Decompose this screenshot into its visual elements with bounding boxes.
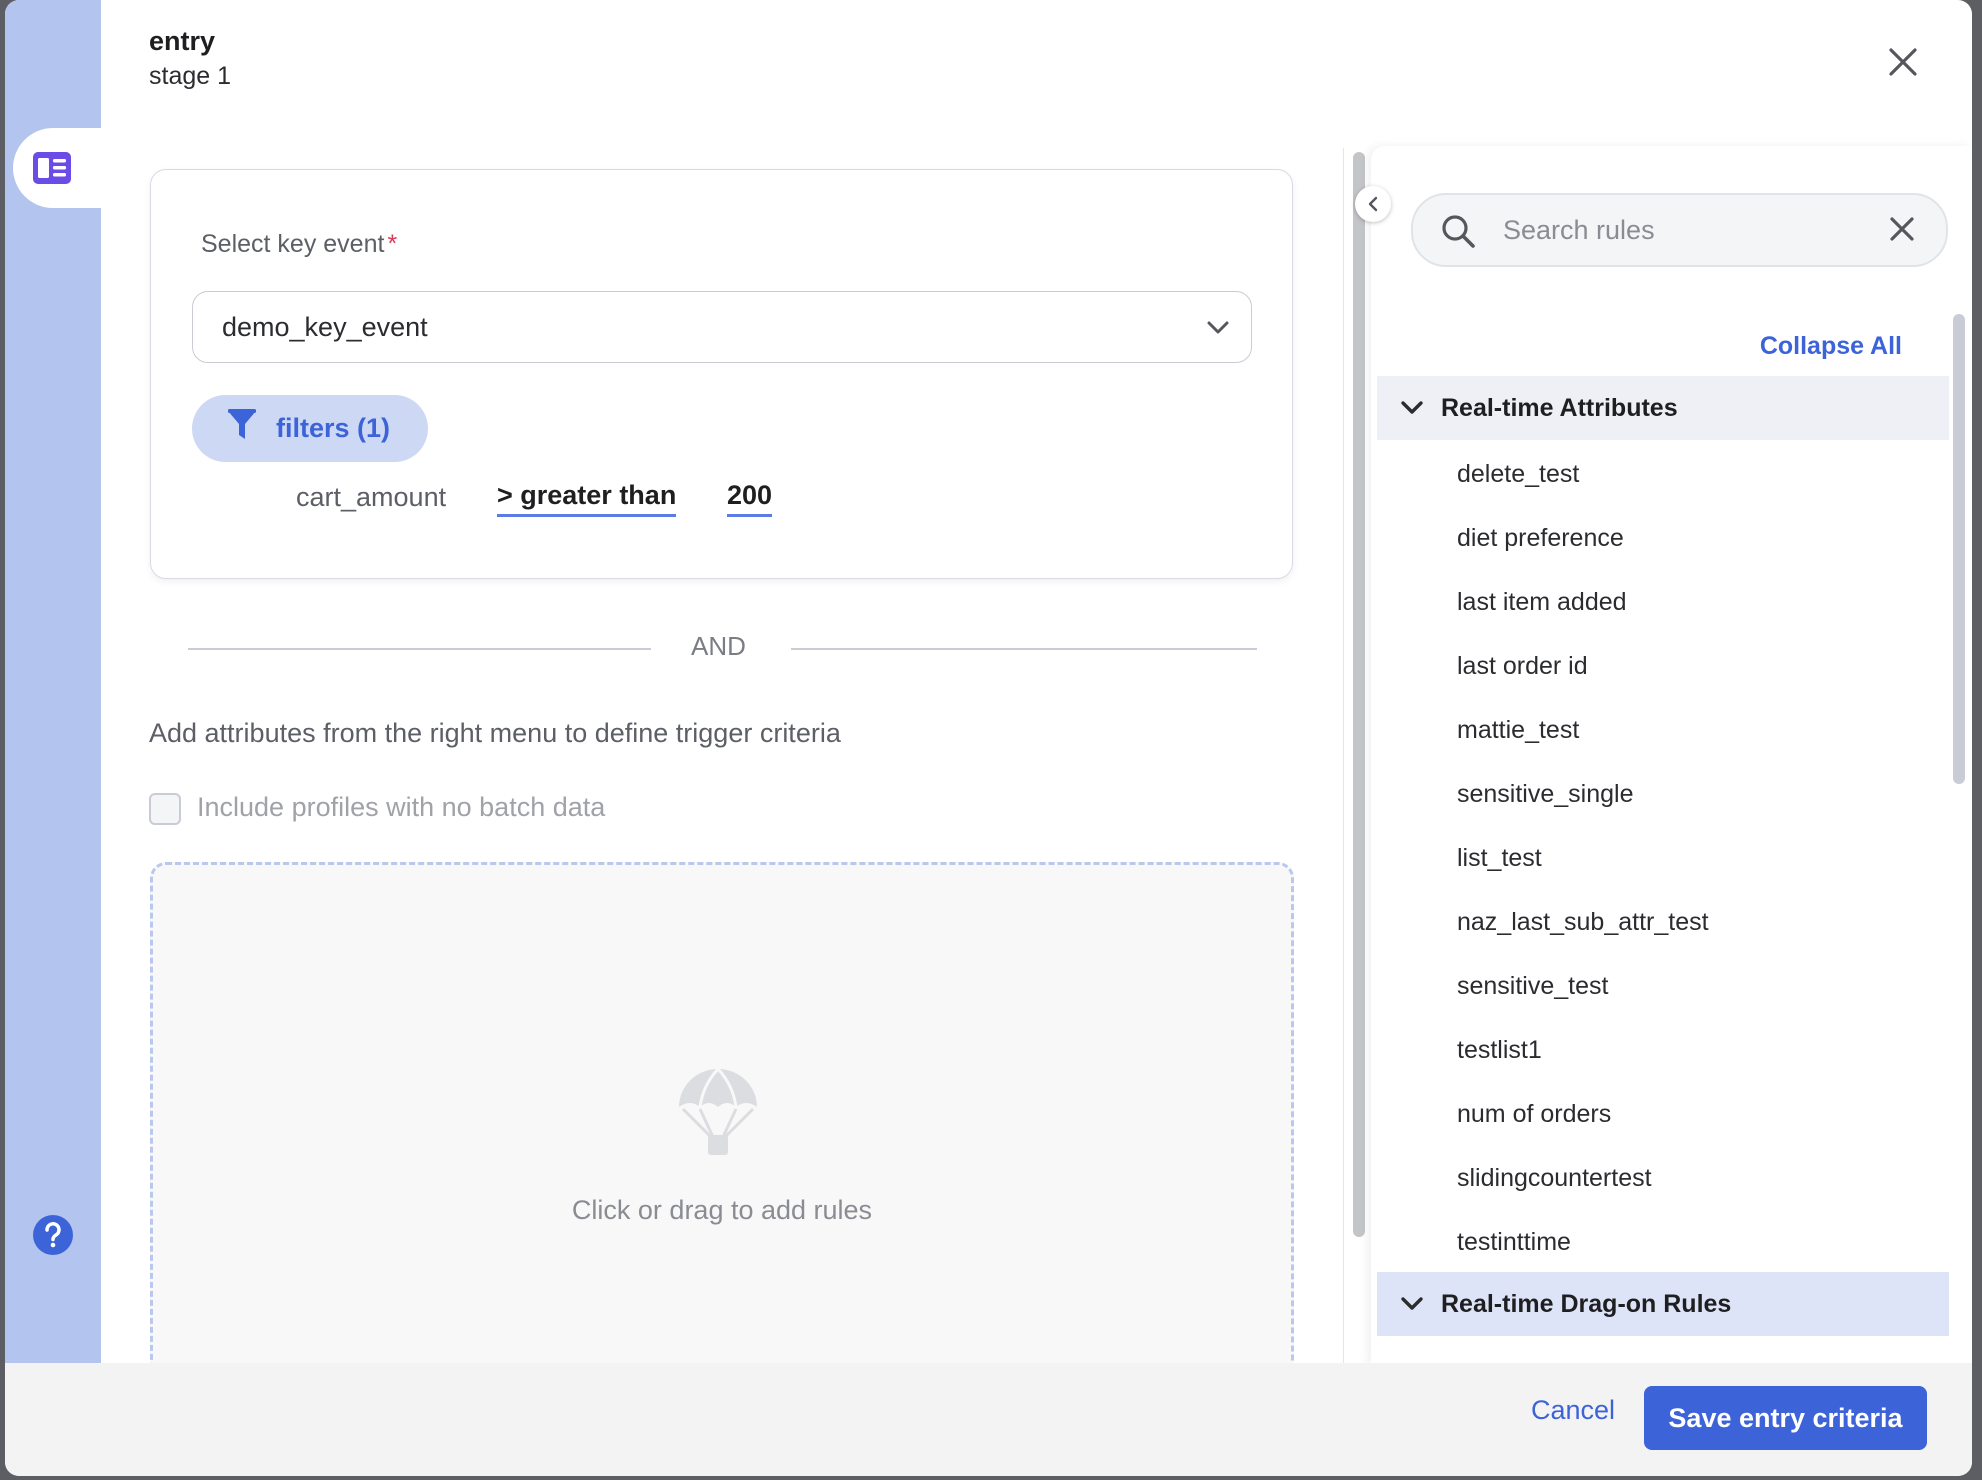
- rule-item-label: mattie_test: [1457, 716, 1580, 744]
- divider-line-right: [791, 648, 1257, 650]
- rule-item-label: delete_test: [1457, 460, 1580, 488]
- rule-item-label: naz_last_sub_attr_test: [1457, 908, 1709, 936]
- key-event-label: Select key event *: [201, 230, 398, 258]
- rules-list: Real-time Attributes delete_test diet pr…: [1377, 376, 1949, 1336]
- rule-item[interactable]: last order id: [1377, 632, 1949, 696]
- filter-attribute: cart_amount: [296, 482, 447, 512]
- rule-item[interactable]: testinttime: [1377, 1208, 1949, 1272]
- rule-item-label: testinttime: [1457, 1228, 1571, 1256]
- cancel-button[interactable]: Cancel: [1531, 1395, 1615, 1426]
- collapse-all-link[interactable]: Collapse All: [1760, 332, 1902, 361]
- rule-item[interactable]: num of orders: [1377, 1080, 1949, 1144]
- rule-item-label: slidingcountertest: [1457, 1164, 1652, 1192]
- rule-item-label: diet preference: [1457, 524, 1624, 552]
- rules-scrollbar[interactable]: [1953, 314, 1965, 784]
- save-entry-criteria-button[interactable]: Save entry criteria: [1644, 1386, 1927, 1450]
- filters-button-label: filters (1): [276, 413, 391, 443]
- include-no-batch-label[interactable]: Include profiles with no batch data: [197, 792, 605, 823]
- group-header-real-time-attributes[interactable]: Real-time Attributes: [1377, 376, 1949, 440]
- key-event-select-value: demo_key_event: [222, 312, 428, 342]
- filters-button[interactable]: filters (1): [192, 395, 428, 462]
- entry-criteria-modal: entry stage 1 Select key event * demo_key…: [5, 0, 1972, 1476]
- group-title: Real-time Drag-on Rules: [1441, 1290, 1732, 1318]
- rule-item-label: last order id: [1457, 652, 1588, 680]
- rule-item-label: num of orders: [1457, 1100, 1612, 1128]
- rule-item-label: testlist1: [1457, 1036, 1542, 1064]
- rule-item[interactable]: list_test: [1377, 824, 1949, 888]
- key-event-select[interactable]: demo_key_event: [192, 291, 1252, 363]
- search-rules-input[interactable]: [1501, 209, 1875, 251]
- rule-item[interactable]: delete_test: [1377, 440, 1949, 504]
- criteria-panel-icon[interactable]: [32, 151, 72, 185]
- page-subtitle: stage 1: [149, 62, 232, 90]
- search-icon: [1442, 215, 1475, 248]
- content-scrollbar[interactable]: [1353, 152, 1365, 1237]
- include-no-batch-checkbox[interactable]: [149, 793, 181, 825]
- rule-item[interactable]: naz_last_sub_attr_test: [1377, 888, 1949, 952]
- collapse-panel-button[interactable]: [1355, 186, 1391, 222]
- rule-item[interactable]: testlist1: [1377, 1016, 1949, 1080]
- rule-item[interactable]: sensitive_single: [1377, 760, 1949, 824]
- rule-item[interactable]: diet preference: [1377, 504, 1949, 568]
- key-event-card: Select key event * demo_key_event filters…: [150, 169, 1293, 579]
- dropzone-text: Click or drag to add rules: [571, 1195, 873, 1225]
- help-icon[interactable]: [32, 1214, 74, 1256]
- rule-item-label: last item added: [1457, 588, 1627, 616]
- chevron-down-icon: [1401, 401, 1423, 414]
- rule-item-label: sensitive_single: [1457, 780, 1634, 808]
- group-title: Real-time Attributes: [1441, 394, 1678, 422]
- content-divider: [1343, 148, 1344, 1363]
- rules-dropzone[interactable]: Click or drag to add rules: [150, 862, 1294, 1388]
- filter-value[interactable]: 200: [727, 480, 773, 517]
- modal-footer: Cancel Save entry criteria: [5, 1363, 1972, 1476]
- parachute-icon: [679, 1067, 757, 1155]
- filter-operator[interactable]: > greater than: [497, 480, 677, 517]
- filter-icon: [228, 409, 256, 439]
- rule-item[interactable]: sensitive_test: [1377, 952, 1949, 1016]
- rule-item[interactable]: mattie_test: [1377, 696, 1949, 760]
- rule-item[interactable]: last item added: [1377, 568, 1949, 632]
- search-rules-box[interactable]: [1411, 193, 1948, 267]
- required-asterisk: *: [387, 230, 398, 258]
- chevron-down-icon: [1401, 1297, 1423, 1310]
- trigger-criteria-hint: Add attributes from the right menu to de…: [149, 718, 841, 748]
- chevron-left-icon: [1368, 196, 1378, 212]
- group-header-real-time-drag-on-rules[interactable]: Real-time Drag-on Rules: [1377, 1272, 1949, 1336]
- rule-item-label: list_test: [1457, 844, 1542, 872]
- clear-search-icon[interactable]: [1888, 215, 1916, 243]
- rules-panel: Collapse All Real-time Attributes delete…: [1371, 146, 1972, 1366]
- chevron-down-icon: [1207, 321, 1229, 334]
- page-title: entry: [149, 26, 216, 56]
- close-icon[interactable]: [1885, 44, 1921, 80]
- rule-item[interactable]: slidingcountertest: [1377, 1144, 1949, 1208]
- rule-item-label: sensitive_test: [1457, 972, 1609, 1000]
- divider-line-left: [188, 648, 651, 650]
- and-divider-label: AND: [691, 631, 746, 661]
